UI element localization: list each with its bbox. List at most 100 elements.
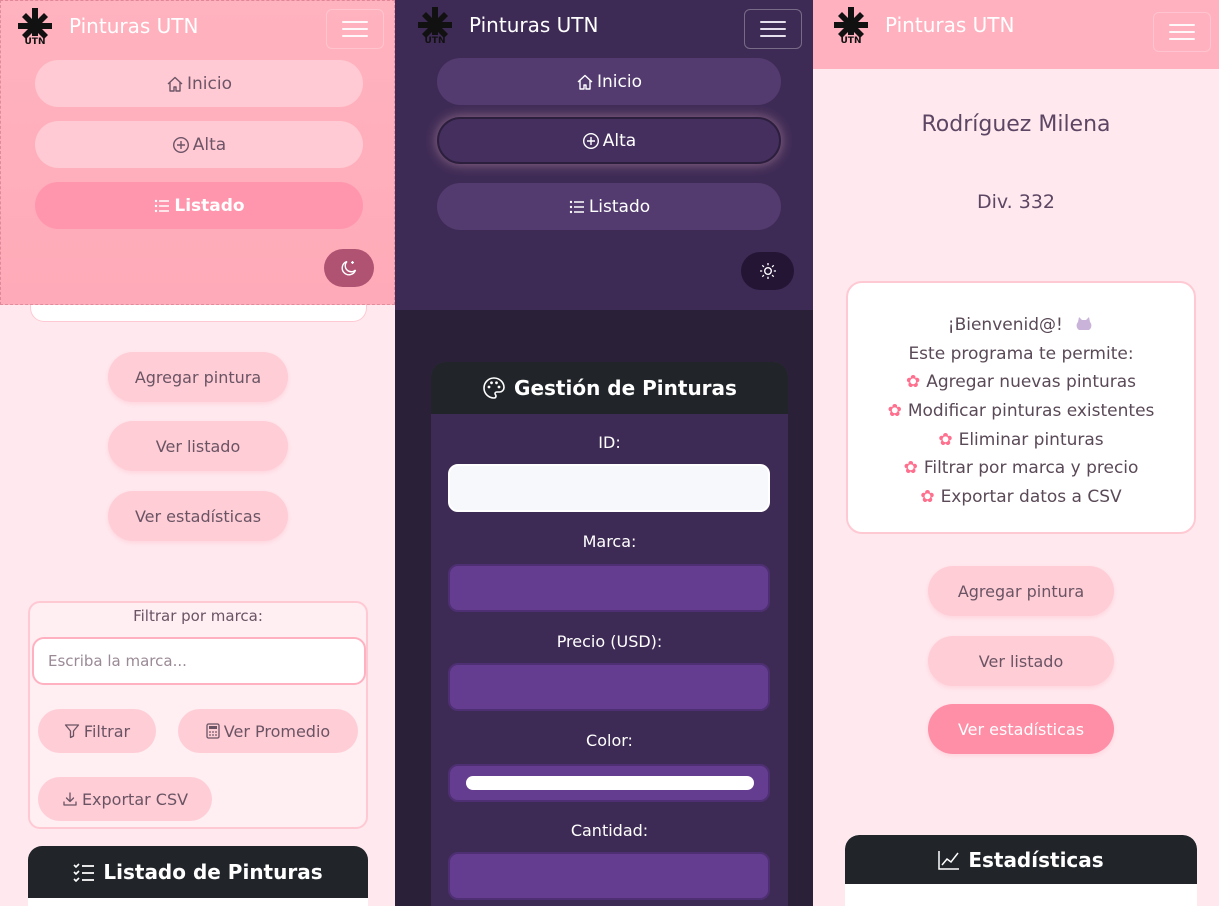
view-list-button[interactable]: Ver listado: [928, 636, 1114, 686]
feature-text: Filtrar por marca y precio: [923, 458, 1139, 479]
id-input[interactable]: [448, 464, 770, 512]
line-chart-icon: [938, 850, 960, 870]
navbar-expanded: UTN Pinturas UTN Inicio Alta Listado: [0, 0, 395, 305]
brand-name: Pinturas UTN: [885, 13, 1015, 37]
student-name: Rodríguez Milena: [921, 112, 1111, 137]
paint-form-card: Gestión de Pinturas ID: Marca: Precio (U…: [431, 362, 788, 906]
average-button-label: Ver Promedio: [223, 721, 331, 741]
navbar: UTN Pinturas UTN: [813, 0, 1219, 69]
flower-icon: ✿: [903, 458, 918, 479]
color-picker[interactable]: [448, 764, 770, 802]
feature-text: Exportar datos a CSV: [940, 487, 1122, 508]
house-icon: [577, 74, 593, 90]
feature-item: ✿ Filtrar por marca y precio: [848, 454, 1194, 483]
color-swatch: [466, 776, 754, 790]
dark-theme-panel: UTN Pinturas UTN Inicio Alta Listado Ges…: [395, 0, 813, 906]
quantity-input[interactable]: [448, 852, 770, 900]
welcome-intro: Este programa te permite:: [908, 343, 1134, 364]
hamburger-icon: [1169, 24, 1195, 40]
feature-item: ✿ Exportar datos a CSV: [848, 483, 1194, 512]
feature-item: ✿ Modificar pinturas existentes: [848, 397, 1194, 426]
nav-list-label: Listado: [174, 195, 245, 216]
plus-circle-icon: [172, 136, 189, 153]
brand-link[interactable]: UTN Pinturas UTN: [17, 7, 198, 45]
hamburger-icon: [760, 21, 786, 37]
list-icon: [569, 200, 584, 213]
utn-logo-icon: UTN: [18, 8, 52, 45]
plus-circle-icon: [582, 132, 599, 149]
welcome-greeting: ¡Bienvenid@!: [848, 311, 1194, 340]
add-paint-button[interactable]: Agregar pintura: [108, 352, 288, 402]
price-label: Precio (USD):: [556, 632, 663, 651]
form-card-header: Gestión de Pinturas: [431, 362, 788, 414]
list-icon: [155, 199, 170, 212]
light-mode-toggle[interactable]: [741, 252, 794, 290]
nav-add-label: Alta: [602, 130, 637, 151]
average-button[interactable]: Ver Promedio: [178, 709, 358, 753]
navbar-expanded-dark: UTN Pinturas UTN Inicio Alta Listado: [395, 0, 813, 310]
download-icon: [63, 792, 77, 806]
cat-icon: [1076, 317, 1092, 330]
export-csv-button[interactable]: Exportar CSV: [38, 777, 212, 821]
list-check-icon: [73, 863, 95, 882]
view-stats-button[interactable]: Ver estadísticas: [928, 704, 1114, 754]
navbar-toggler-button[interactable]: [1153, 12, 1211, 52]
greeting-text: ¡Bienvenid@!: [947, 315, 1063, 335]
utn-logo-icon: UTN: [834, 7, 868, 44]
color-label: Color:: [586, 731, 633, 750]
list-card-body: [28, 898, 368, 906]
id-label: ID:: [598, 433, 621, 452]
navbar-toggler-button[interactable]: [744, 9, 802, 49]
form-card-title: Gestión de Pinturas: [514, 376, 737, 400]
brand-filter-input[interactable]: [32, 637, 366, 685]
light-theme-panel: Agregar pintura Ver listado Ver estadíst…: [0, 0, 395, 906]
filter-button[interactable]: Filtrar: [38, 709, 156, 753]
feature-item: ✿ Eliminar pinturas: [848, 426, 1194, 455]
filter-box: Filtrar por marca: Filtrar Ver Promedio …: [28, 601, 368, 829]
logo-text: UTN: [841, 36, 862, 44]
nav-add-link[interactable]: Alta: [437, 117, 781, 164]
nav-home-link[interactable]: Inicio: [437, 58, 781, 105]
view-list-button[interactable]: Ver listado: [108, 421, 288, 471]
logo-text: UTN: [425, 36, 446, 44]
utn-logo-icon: UTN: [418, 7, 452, 44]
moon-stars-icon: [341, 260, 357, 276]
flower-icon: ✿: [938, 429, 953, 450]
logo-text: UTN: [25, 37, 46, 45]
price-input[interactable]: [448, 663, 770, 711]
sun-icon: [759, 263, 776, 279]
nav-list-label: Listado: [588, 196, 651, 217]
dark-mode-toggle[interactable]: [324, 249, 374, 287]
flower-icon: ✿: [887, 401, 902, 422]
brand-label: Marca:: [582, 532, 637, 551]
light-home-panel: UTN Pinturas UTN Rodríguez Milena Div. 3…: [813, 0, 1219, 906]
nav-home-label: Inicio: [597, 71, 642, 92]
funnel-icon: [64, 724, 80, 739]
feature-text: Agregar nuevas pinturas: [926, 372, 1137, 393]
list-card-title: Listado de Pinturas: [103, 860, 323, 884]
brand-link[interactable]: UTN Pinturas UTN: [417, 6, 598, 44]
brand-input[interactable]: [448, 564, 770, 612]
export-csv-label: Exportar CSV: [81, 789, 189, 809]
brand-link[interactable]: UTN Pinturas UTN: [833, 6, 1014, 44]
feature-text: Modificar pinturas existentes: [907, 401, 1155, 422]
division-label: Div. 332: [976, 191, 1056, 213]
flower-icon: ✿: [905, 372, 921, 393]
list-card-header: Listado de Pinturas: [28, 846, 368, 898]
navbar-toggler-button[interactable]: [326, 9, 384, 49]
brand-name: Pinturas UTN: [69, 14, 199, 38]
nav-home-link[interactable]: Inicio: [35, 60, 363, 107]
add-paint-button[interactable]: Agregar pintura: [928, 566, 1114, 616]
nav-add-link[interactable]: Alta: [35, 121, 363, 168]
stats-card-header: Estadísticas: [845, 835, 1197, 884]
hamburger-icon: [342, 21, 368, 37]
feature-text: Eliminar pinturas: [958, 429, 1104, 450]
nav-home-label: Inicio: [187, 73, 232, 94]
nav-add-label: Alta: [192, 134, 227, 155]
house-icon: [167, 76, 183, 92]
nav-list-link[interactable]: Listado: [437, 183, 781, 230]
nav-list-link[interactable]: Listado: [35, 182, 363, 229]
view-stats-button[interactable]: Ver estadísticas: [108, 491, 288, 541]
filter-label: Filtrar por marca:: [133, 607, 263, 625]
flower-icon: ✿: [920, 487, 935, 508]
